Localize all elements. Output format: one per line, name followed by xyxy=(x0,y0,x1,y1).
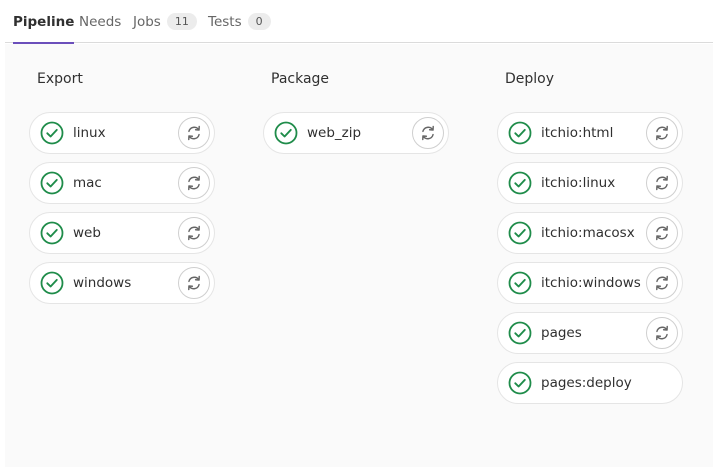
job-web[interactable]: web xyxy=(29,212,215,254)
job-name: pages xyxy=(541,325,582,341)
retry-button[interactable] xyxy=(178,117,210,149)
retry-icon xyxy=(188,125,200,141)
retry-icon xyxy=(188,225,200,241)
jobs-count-badge: 11 xyxy=(166,13,197,30)
job-name: windows xyxy=(73,275,132,291)
status-success-icon xyxy=(508,121,532,145)
retry-icon xyxy=(188,175,200,191)
job-name: web xyxy=(73,225,101,241)
tab-needs-label: Needs xyxy=(79,13,122,30)
tab-pipeline-label: Pipeline xyxy=(13,13,75,30)
job-itchio-linux[interactable]: itchio:linux xyxy=(497,162,683,204)
retry-icon xyxy=(422,125,434,141)
stage-title-deploy: Deploy xyxy=(505,71,555,87)
status-success-icon xyxy=(508,271,532,295)
job-pages[interactable]: pages xyxy=(497,312,683,354)
job-name: itchio:html xyxy=(541,125,614,141)
retry-icon xyxy=(656,225,668,241)
status-success-icon xyxy=(40,121,64,145)
job-windows[interactable]: windows xyxy=(29,262,215,304)
job-name: pages:deploy xyxy=(541,375,632,391)
status-success-icon xyxy=(40,271,64,295)
job-pages-deploy[interactable]: pages:deploy xyxy=(497,362,683,404)
job-itchio-macosx[interactable]: itchio:macosx xyxy=(497,212,683,254)
stage-title-package: Package xyxy=(271,71,330,87)
job-name: itchio:windows xyxy=(541,275,641,291)
tab-pipeline[interactable]: Pipeline xyxy=(13,0,75,44)
retry-button[interactable] xyxy=(646,117,678,149)
status-success-icon xyxy=(508,371,532,395)
status-success-icon xyxy=(508,221,532,245)
job-name: itchio:macosx xyxy=(541,225,635,241)
retry-icon xyxy=(656,275,668,291)
retry-icon xyxy=(656,175,668,191)
status-success-icon xyxy=(508,171,532,195)
tab-tests[interactable]: Tests 0 xyxy=(208,0,271,43)
retry-icon xyxy=(188,275,200,291)
job-name: web_zip xyxy=(307,125,362,141)
stage-title-export: Export xyxy=(37,71,83,87)
tab-tests-label: Tests xyxy=(208,13,242,30)
retry-button[interactable] xyxy=(646,217,678,249)
retry-button[interactable] xyxy=(646,267,678,299)
pipeline-tabs: Pipeline Needs Jobs 11 Tests 0 xyxy=(5,0,713,44)
job-itchio-windows[interactable]: itchio:windows xyxy=(497,262,683,304)
job-linux[interactable]: linux xyxy=(29,112,215,154)
retry-button[interactable] xyxy=(646,167,678,199)
status-success-icon xyxy=(40,221,64,245)
retry-icon xyxy=(656,325,668,341)
job-itchio-html[interactable]: itchio:html xyxy=(497,112,683,154)
retry-button[interactable] xyxy=(178,167,210,199)
status-success-icon xyxy=(40,171,64,195)
job-mac[interactable]: mac xyxy=(29,162,215,204)
retry-button[interactable] xyxy=(646,317,678,349)
retry-button[interactable] xyxy=(178,217,210,249)
status-success-icon xyxy=(274,121,298,145)
tab-needs[interactable]: Needs xyxy=(79,0,121,43)
retry-icon xyxy=(656,125,668,141)
job-name: mac xyxy=(73,175,102,191)
status-success-icon xyxy=(508,321,532,345)
retry-button[interactable] xyxy=(412,117,444,149)
job-name: itchio:linux xyxy=(541,175,616,191)
tests-count-badge: 0 xyxy=(247,13,271,30)
tab-jobs-label: Jobs xyxy=(133,13,161,30)
pipeline-graph: Export Package Deploy linux mac web wind… xyxy=(5,44,713,467)
job-web-zip[interactable]: web_zip xyxy=(263,112,449,154)
job-name: linux xyxy=(73,125,106,141)
tab-jobs[interactable]: Jobs 11 xyxy=(133,0,197,43)
retry-button[interactable] xyxy=(178,267,210,299)
